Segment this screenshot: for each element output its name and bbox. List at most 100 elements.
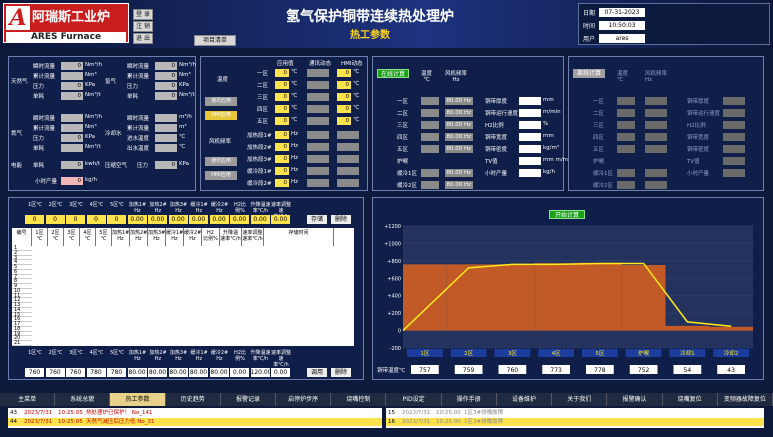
menu-item[interactable]: PID设定 [387, 393, 442, 406]
calc1-param-value[interactable] [519, 157, 541, 165]
calc1-temp-value [421, 145, 439, 153]
menu-item[interactable]: 报警确认 [607, 393, 663, 406]
zone-setpoint[interactable]: 0 [275, 105, 289, 113]
natural_gas-row-unit: Nm³/h [85, 62, 103, 68]
calc2-param-value [723, 133, 745, 141]
calc2-fan-value [645, 145, 667, 153]
calc2-temp-value [617, 181, 635, 189]
zone-unit: ℃ [291, 117, 298, 123]
project-list-button[interactable]: 项目清单 [194, 35, 236, 46]
fan-label-item: 加热段1# [247, 133, 272, 139]
exit-button[interactable]: 退 出 [133, 33, 153, 44]
cooling-row-label: 累计流量 [127, 126, 150, 132]
calc1-zone-label: 三区 [397, 123, 409, 129]
calc1-param-label: TV值 [485, 159, 498, 165]
menu-item[interactable]: 历史趋势 [166, 393, 221, 406]
fan-unit: Hz [291, 131, 299, 137]
menu-item[interactable]: 系统总貌 [55, 393, 111, 406]
zone-setpoint[interactable]: 0 [275, 93, 289, 101]
menu-item[interactable]: 主菜单 [0, 393, 56, 406]
zone-hmi-value[interactable]: 0 [337, 81, 351, 89]
fan-setpoint[interactable]: 0 [275, 143, 289, 151]
bottom-summary-header: 2区℃ [48, 350, 63, 356]
menu-item[interactable]: 启停炉步序 [276, 393, 332, 406]
calc2-zone-label: 二区 [593, 111, 605, 117]
calc1-zone-label: 二区 [397, 111, 409, 117]
menu-item[interactable]: 关于我们 [552, 393, 608, 406]
calc1-fan-value: 80.00 Hz [445, 121, 473, 129]
save-button[interactable]: 存储 [307, 215, 327, 224]
zone-setpoint[interactable]: 0 [275, 117, 289, 125]
calc1-param-value[interactable] [519, 121, 541, 129]
calc2-param-label: TV值 [687, 159, 700, 165]
calc1-fan-value: 80.00 Hz [445, 145, 473, 153]
calc2-zone-label: 一区 [593, 99, 605, 105]
compressed-air-row-label: 压力 [137, 163, 149, 169]
zone-comm-value [307, 81, 329, 89]
natural_gas-label: 天然气 [11, 79, 28, 85]
summary-value: 0.00 [250, 215, 270, 224]
temp-label: 温度 [217, 77, 229, 83]
logout-button[interactable]: 注 销 [133, 21, 153, 32]
delete-button[interactable]: 删除 [331, 215, 351, 224]
calc1-param-value[interactable] [519, 109, 541, 117]
chart-y-tick-label: +600 [387, 276, 401, 282]
login-button[interactable]: 登 录 [133, 9, 153, 20]
menu-item[interactable]: 设备维护 [497, 393, 553, 406]
zone-setpoint[interactable]: 0 [275, 69, 289, 77]
fan-setpoint[interactable]: 0 [275, 155, 289, 163]
calc1-param-value[interactable] [519, 133, 541, 141]
hydrogen-row-label: 单耗 [127, 94, 139, 100]
nitrogen-row-unit: KPa [85, 134, 96, 140]
chart-y-tick-label: +800 [387, 259, 401, 265]
fan-hmi-apply-button[interactable]: HMI应用 [205, 171, 237, 180]
zone-hmi-value[interactable]: 0 [337, 117, 351, 125]
calc1-param-value[interactable] [519, 145, 541, 153]
menu-item[interactable]: 烧嘴复位 [663, 393, 718, 406]
summary-header: 1区℃ [28, 202, 42, 208]
table-header: 加热1# Hz [112, 228, 130, 246]
bottom-summary-value: 0.00 [271, 368, 290, 377]
calc1-param-value[interactable] [519, 97, 541, 105]
bottom-summary-value: 80.00 [189, 368, 208, 377]
fan-setpoint[interactable]: 0 [275, 167, 289, 175]
natural_gas-row-unit: Nm³/t [85, 92, 101, 98]
menu-item[interactable]: 热工参数 [110, 393, 166, 406]
zone-hmi-value[interactable]: 0 [337, 105, 351, 113]
fan-setpoint[interactable]: 0 [275, 179, 289, 187]
cooling-row-label: 瞬时流量 [127, 116, 150, 122]
zone-hmi-value[interactable]: 0 [337, 93, 351, 101]
fan-comm-value [307, 155, 329, 163]
calc1-param-unit: kg/m³ [543, 145, 560, 151]
calc2-fan-value [645, 121, 667, 129]
hmi-apply-button[interactable]: HMI应用 [205, 111, 237, 120]
menu-item[interactable]: 变频器故障复位 [718, 393, 773, 406]
call-button[interactable]: 调用 [307, 368, 327, 377]
fan-comm-apply-button[interactable]: 通讯应用 [205, 157, 237, 166]
calc1-zone-label: 缓冷2区 [397, 183, 417, 189]
menu-item[interactable]: 操作手册 [442, 393, 497, 406]
table-header: 缓冷2# Hz [184, 228, 202, 246]
chart-bottom-label: 铜带温度℃ [377, 366, 405, 374]
table-row[interactable]: 21 [12, 341, 32, 346]
bottom-delete-button[interactable]: 删除 [331, 368, 351, 377]
zone-hmi-value[interactable]: 0 [337, 69, 351, 77]
zone-setpoint-panel: 应用值 通讯动态 HMI动态 温度 风机频率 通讯应用 HMI应用 通讯应用 HMI应用 一区 0 ℃… [200, 56, 368, 191]
cooling-row-unit: m³/h [179, 114, 192, 120]
calc1-param-value[interactable] [519, 169, 541, 177]
main-menu: 主菜单 系统总貌 热工参数 历史趋势 报警记录 启停炉步序 烧嘴控制 PID设定 操作手册 设备维… [0, 393, 773, 406]
zone-comm-value [307, 69, 329, 77]
chart-bar [621, 265, 666, 331]
menu-item[interactable]: 报警记录 [221, 393, 277, 406]
zone-setpoint[interactable]: 0 [275, 81, 289, 89]
offline-calc-button[interactable]: 离线计算 [573, 69, 605, 78]
summary-value: 0.00 [168, 215, 188, 224]
cooling-row-value [155, 134, 177, 142]
fan-setpoint[interactable]: 0 [275, 131, 289, 139]
alarm-date: 2023/7/31 [402, 419, 431, 425]
online-calc-button[interactable]: 在线计算 [377, 69, 409, 78]
fan-hmi-value [337, 155, 359, 163]
menu-item[interactable]: 烧嘴控制 [331, 393, 387, 406]
chart-y-tick-label: 0 [398, 329, 401, 335]
comm-apply-button[interactable]: 通讯应用 [205, 97, 237, 106]
